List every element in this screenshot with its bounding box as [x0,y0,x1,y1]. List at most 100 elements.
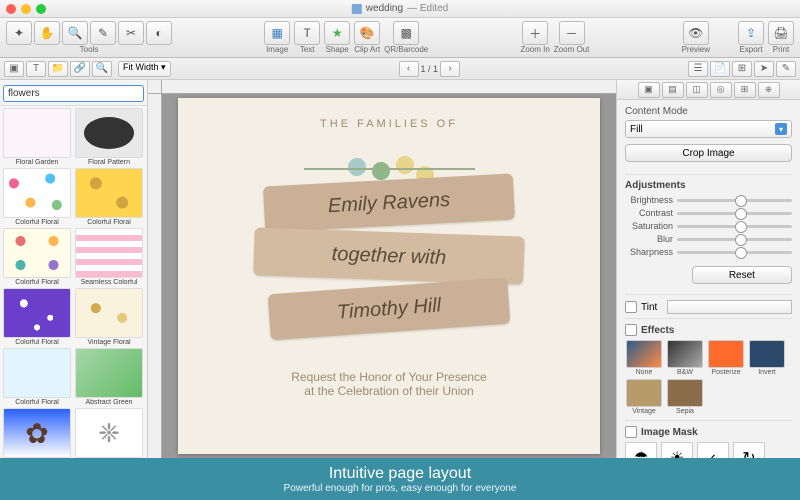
insert-text-button[interactable]: T [294,21,320,45]
clipart-item[interactable]: Colorful Floral [2,228,72,286]
panel-tab-text[interactable]: T [26,61,46,77]
contrast-slider[interactable] [677,212,792,215]
clipart-item[interactable]: Ornamental [74,408,144,458]
crop-tool-button[interactable]: ✂ [118,21,144,45]
ribbon-graphic[interactable]: Emily Ravens together with Timothy Hill [218,180,560,350]
page-heading-text[interactable]: THE FAMILIES OF [218,118,560,130]
effect-label: B&W [677,369,693,376]
effect-option[interactable]: B&W [666,340,704,376]
insert-qrcode-button[interactable]: ▩ [393,21,419,45]
reset-adjustments-button[interactable]: Reset [692,266,792,284]
mask-option-4[interactable]: ↻ [733,442,765,458]
clipart-thumbnail [75,168,143,218]
panel-tab-photos[interactable]: ▣ [4,61,24,77]
saturation-slider[interactable] [677,225,792,228]
zoom-in-button[interactable]: ＋ [522,21,548,45]
inspector-subtab-4[interactable]: ◎ [710,82,732,98]
zoom-tool-button[interactable]: 🔍 [62,21,88,45]
inspector-tab-1[interactable]: ☰ [688,61,708,77]
effect-option[interactable]: Posterize [707,340,745,376]
next-page-button[interactable]: › [440,61,460,77]
close-window-button[interactable] [6,4,16,14]
minimize-window-button[interactable] [21,4,31,14]
preview-button[interactable]: 👁 [683,21,709,45]
pointer-tool-button[interactable]: ✦ [6,21,32,45]
clipart-item[interactable]: Colorful Floral [2,288,72,346]
page-artboard[interactable]: THE FAMILIES OF Emily Ravens together wi… [178,98,600,454]
inspector-tab-3[interactable]: ⊞ [732,61,752,77]
name-2-text[interactable]: Timothy Hill [336,294,442,324]
eyedropper-tool-button[interactable]: ◐ [146,21,172,45]
inspector-subtab-6[interactable]: ⎈ [758,82,780,98]
effects-checkbox[interactable] [625,324,637,336]
clipart-item[interactable]: Floral Garden [2,108,72,166]
sharpness-slider[interactable] [677,251,792,254]
clipart-item[interactable]: Vintage Floral [74,288,144,346]
print-button[interactable]: 🖨 [768,21,794,45]
zoom-fit-select[interactable]: Fit Width ▾ [118,61,171,77]
tint-checkbox[interactable] [625,301,637,313]
clipart-item[interactable]: Colorful Floral [74,168,144,226]
clipart-item[interactable]: Seamless Colorful [74,228,144,286]
zoom-out-button[interactable]: － [559,21,585,45]
effect-thumbnail [626,379,662,407]
image-mask-checkbox[interactable] [625,426,637,438]
clipart-item[interactable]: Floral Pattern [74,108,144,166]
insert-clipart-button[interactable]: 🎨 [354,21,380,45]
clipart-label: Floral Garden [3,159,71,166]
subtitle-1[interactable]: Request the Honor of Your Presence [218,370,560,384]
clipart-thumbnail [3,108,71,158]
clipart-item[interactable]: Colorful Floral [2,168,72,226]
panel-tab-files[interactable]: 📁 [48,61,68,77]
export-button[interactable]: ⇪ [738,21,764,45]
middle-text[interactable]: together with [331,243,446,270]
inspector-subtab-3[interactable]: ◫ [686,82,708,98]
insert-shape-button[interactable]: ★ [324,21,350,45]
inspector-tab-2[interactable]: 📄 [710,61,730,77]
effect-option[interactable]: None [625,340,663,376]
panel-tab-search[interactable]: 🔍 [92,61,112,77]
inspector-subtab-5[interactable]: ⊞ [734,82,756,98]
effect-option[interactable]: Sepia [666,379,704,415]
effect-thumbnail [667,340,703,368]
pen-tool-button[interactable]: ✎ [90,21,116,45]
clipart-label: Colorful Floral [3,339,71,346]
prev-page-button[interactable]: ‹ [399,61,419,77]
window-title: wedding [366,3,403,14]
name-1-text[interactable]: Emily Ravens [327,188,450,217]
clipart-item[interactable]: Blue Star Flower [2,408,72,458]
inspector-subtab-2[interactable]: ▤ [662,82,684,98]
clipart-thumbnail [3,348,71,398]
window-status: — Edited [407,3,448,14]
clipart-label: Floral Pattern [75,159,143,166]
subtitle-2[interactable]: at the Celebration of their Union [218,384,560,398]
panel-tab-link[interactable]: 🔗 [70,61,90,77]
effects-heading: Effects [641,325,674,336]
inspector-tab-4[interactable]: ➤ [754,61,774,77]
clipart-thumbnail [75,348,143,398]
tint-color-well[interactable] [667,300,792,314]
effect-option[interactable]: Invert [748,340,786,376]
clipart-label: Abstract Green [75,399,143,406]
insert-image-button[interactable]: ▦ [264,21,290,45]
blur-slider[interactable] [677,238,792,241]
document-canvas[interactable]: THE FAMILIES OF Emily Ravens together wi… [148,80,616,458]
effect-label: Vintage [632,408,656,415]
effect-option[interactable]: Vintage [625,379,663,415]
clipart-item[interactable]: Abstract Green [74,348,144,406]
clipart-item[interactable]: Colorful Floral [2,348,72,406]
clipart-search-input[interactable] [3,85,144,102]
content-mode-select[interactable]: Fill▾ [625,120,792,138]
ruler-vertical [148,94,162,458]
effect-label: Posterize [711,369,740,376]
crop-image-button[interactable]: Crop Image [625,144,792,162]
inspector-subtab-1[interactable]: ▣ [638,82,660,98]
brightness-slider[interactable] [677,199,792,202]
mask-option-2[interactable]: ☀ [661,442,693,458]
mask-option-1[interactable]: ☂ [625,442,657,458]
clipart-thumbnail [75,288,143,338]
hand-tool-button[interactable]: ✋ [34,21,60,45]
mask-option-3[interactable]: ‹ [697,442,729,458]
inspector-tab-5[interactable]: ✎ [776,61,796,77]
maximize-window-button[interactable] [36,4,46,14]
